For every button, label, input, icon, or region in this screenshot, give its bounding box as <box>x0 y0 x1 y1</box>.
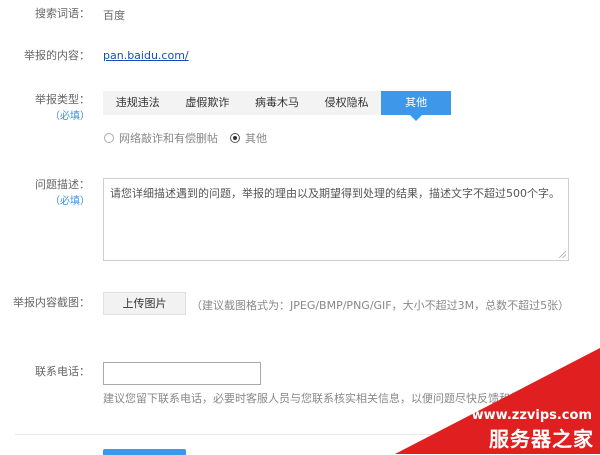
watermark-text: 服务器之家 <box>489 427 594 451</box>
watermark-banner <box>395 348 600 454</box>
watermark-url: www.zzvips.com <box>471 408 592 423</box>
